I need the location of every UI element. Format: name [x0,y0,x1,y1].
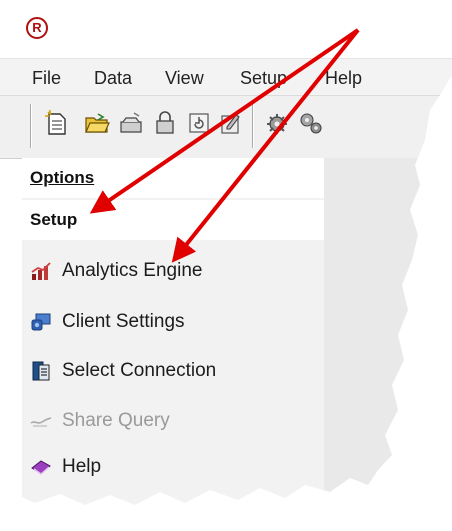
setup-section-header[interactable]: Setup [22,200,324,240]
menu-help[interactable]: Help [325,68,362,89]
gears-icon[interactable] [298,110,324,136]
gear-icon[interactable] [264,110,290,136]
analytics-chart-icon [30,260,52,282]
menu-bar: File Data View Setup Help [0,58,452,95]
screenshot-window: R File Data View Setup Help Options Setu… [0,0,452,505]
options-label: Options [30,168,95,187]
menu-file[interactable]: File [32,68,61,89]
share-query-icon [30,410,52,432]
setup-label: Setup [30,210,78,229]
title-bar: R [0,0,452,58]
help-book-icon [30,456,52,478]
sidebar-item-client-settings[interactable]: Client Settings [22,303,324,343]
sidebar-item-label: Analytics Engine [62,260,203,281]
menu-setup[interactable]: Setup [240,68,287,89]
connection-icon [30,360,52,382]
sidebar-item-help[interactable]: Help [22,448,324,488]
toolbar-separator [252,104,254,148]
sidebar-item-share-query[interactable]: Share Query [22,402,324,442]
sidebar-item-analytics-engine[interactable]: Analytics Engine [22,252,324,292]
sidebar: Options Setup Analytics Engine Client Se… [22,158,324,505]
toolbar [0,95,452,159]
sidebar-item-label: Share Query [62,410,170,431]
sidebar-item-select-connection[interactable]: Select Connection [22,352,324,392]
sidebar-item-label: Client Settings [62,311,185,332]
workspace-area [324,158,452,505]
client-settings-icon [30,311,52,333]
open-folder-icon[interactable] [84,110,110,136]
toolbar-separator [30,104,32,148]
sidebar-item-label: Help [62,456,102,477]
menu-data[interactable]: Data [94,68,132,89]
options-section-header[interactable]: Options [22,158,324,198]
app-logo: R [26,17,48,39]
sidebar-item-label: Select Connection [62,360,217,381]
refresh-icon[interactable] [186,110,212,136]
new-document-icon[interactable] [44,110,70,136]
lock-icon[interactable] [152,110,178,136]
open-file-icon[interactable] [118,110,144,136]
menu-view[interactable]: View [165,68,204,89]
edit-icon[interactable] [218,110,244,136]
